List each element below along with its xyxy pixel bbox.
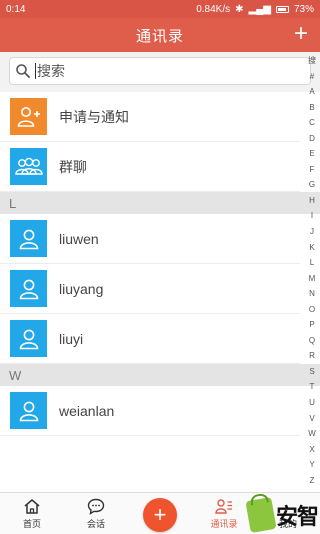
user-icon [10, 392, 47, 429]
tab-home[interactable]: 首页 [4, 493, 60, 534]
index-letter[interactable]: O [309, 305, 315, 315]
index-letter[interactable]: L [310, 258, 314, 268]
search-input[interactable]: 搜索 [9, 57, 311, 85]
index-letter[interactable]: Q [309, 336, 315, 346]
contact-row[interactable]: liuyang [0, 264, 300, 314]
index-letter[interactable]: K [309, 243, 314, 253]
index-letter[interactable]: G [309, 180, 315, 190]
battery-percent: 73% [293, 3, 314, 15]
tab-contacts[interactable]: 通讯录 [196, 493, 252, 534]
home-icon [24, 499, 40, 514]
user-icon [10, 270, 47, 307]
contact-row[interactable]: liuwen [0, 214, 300, 264]
status-indicators: 0.84K/s ✱ ▂▄▆ 73% [196, 4, 314, 15]
contact-row[interactable]: liuyi [0, 314, 300, 364]
index-letter[interactable]: # [310, 72, 314, 82]
index-letter[interactable]: S [309, 367, 314, 377]
app-bar: 通讯录 + [0, 18, 320, 52]
index-letter[interactable]: Z [310, 476, 315, 486]
page-title: 通讯录 [135, 27, 184, 45]
group-icon [10, 148, 47, 185]
index-letter[interactable]: T [310, 382, 315, 392]
contact-name: liuwen [59, 230, 99, 247]
status-time: 0:14 [6, 3, 26, 15]
list-item-label: 申请与通知 [59, 108, 129, 125]
add-icon[interactable]: + [294, 22, 308, 46]
list-item-label: 群聊 [59, 158, 87, 175]
watermark-text: 安智 [276, 504, 319, 529]
index-letter[interactable]: D [309, 134, 315, 144]
search-icon [16, 64, 30, 78]
index-letter[interactable]: I [311, 211, 313, 221]
alphabet-index[interactable]: 搜 # A B C D E F G H I J K L M N O P Q R S T U V W X Y Z [304, 56, 320, 486]
index-letter[interactable]: N [309, 289, 315, 299]
index-letter[interactable]: A [309, 87, 314, 97]
index-letter[interactable]: X [309, 445, 314, 455]
section-header-l: L [0, 192, 320, 214]
index-letter[interactable]: C [309, 118, 315, 128]
contact-row[interactable]: weianlan [0, 386, 300, 436]
index-letter[interactable]: E [309, 149, 314, 159]
tab-home-label: 首页 [22, 519, 41, 529]
index-letter[interactable]: W [308, 429, 316, 439]
index-letter[interactable]: F [310, 165, 315, 175]
index-letter[interactable]: Y [309, 460, 314, 470]
tab-chat[interactable]: 会话 [68, 493, 124, 534]
anzhi-watermark-logo: 安智 [245, 496, 320, 534]
signal-icon: ▂▄▆ [248, 3, 271, 15]
user-icon [10, 220, 47, 257]
add-contact-icon [10, 98, 47, 135]
index-letter[interactable]: R [309, 351, 315, 361]
user-icon [10, 320, 47, 357]
index-letter[interactable]: M [309, 274, 316, 284]
list-item-notifications[interactable]: 申请与通知 [0, 92, 300, 142]
section-header-w: W [0, 364, 320, 386]
contact-name: weianlan [59, 402, 115, 419]
index-letter[interactable]: H [309, 196, 315, 206]
index-letter[interactable]: P [309, 320, 314, 330]
index-letter[interactable]: J [310, 227, 314, 237]
bluetooth-icon: ✱ [235, 3, 244, 15]
index-letter[interactable]: V [309, 414, 314, 424]
tab-chat-label: 会话 [86, 519, 105, 529]
shopping-bag-icon [245, 496, 277, 534]
list-item-group-chat[interactable]: 群聊 [0, 142, 300, 192]
chat-icon [87, 498, 105, 515]
tab-contacts-label: 通讯录 [210, 519, 238, 529]
compose-button[interactable]: + [143, 498, 177, 532]
plus-icon: + [153, 502, 167, 527]
network-speed: 0.84K/s [196, 3, 231, 15]
contacts-icon [215, 499, 232, 514]
battery-icon [275, 5, 289, 13]
search-bar: 搜索 [0, 52, 320, 92]
search-placeholder: 搜索 [35, 63, 65, 79]
contact-name: liuyi [59, 330, 84, 347]
contact-name: liuyang [59, 280, 104, 297]
index-letter[interactable]: B [309, 103, 314, 113]
contact-list: 申请与通知 群聊 L liuwen liuyang liuyi W weianl… [0, 92, 320, 436]
index-letter[interactable]: 搜 [308, 56, 316, 66]
index-letter[interactable]: U [309, 398, 315, 408]
status-bar: 0:14 0.84K/s ✱ ▂▄▆ 73% [0, 0, 320, 18]
